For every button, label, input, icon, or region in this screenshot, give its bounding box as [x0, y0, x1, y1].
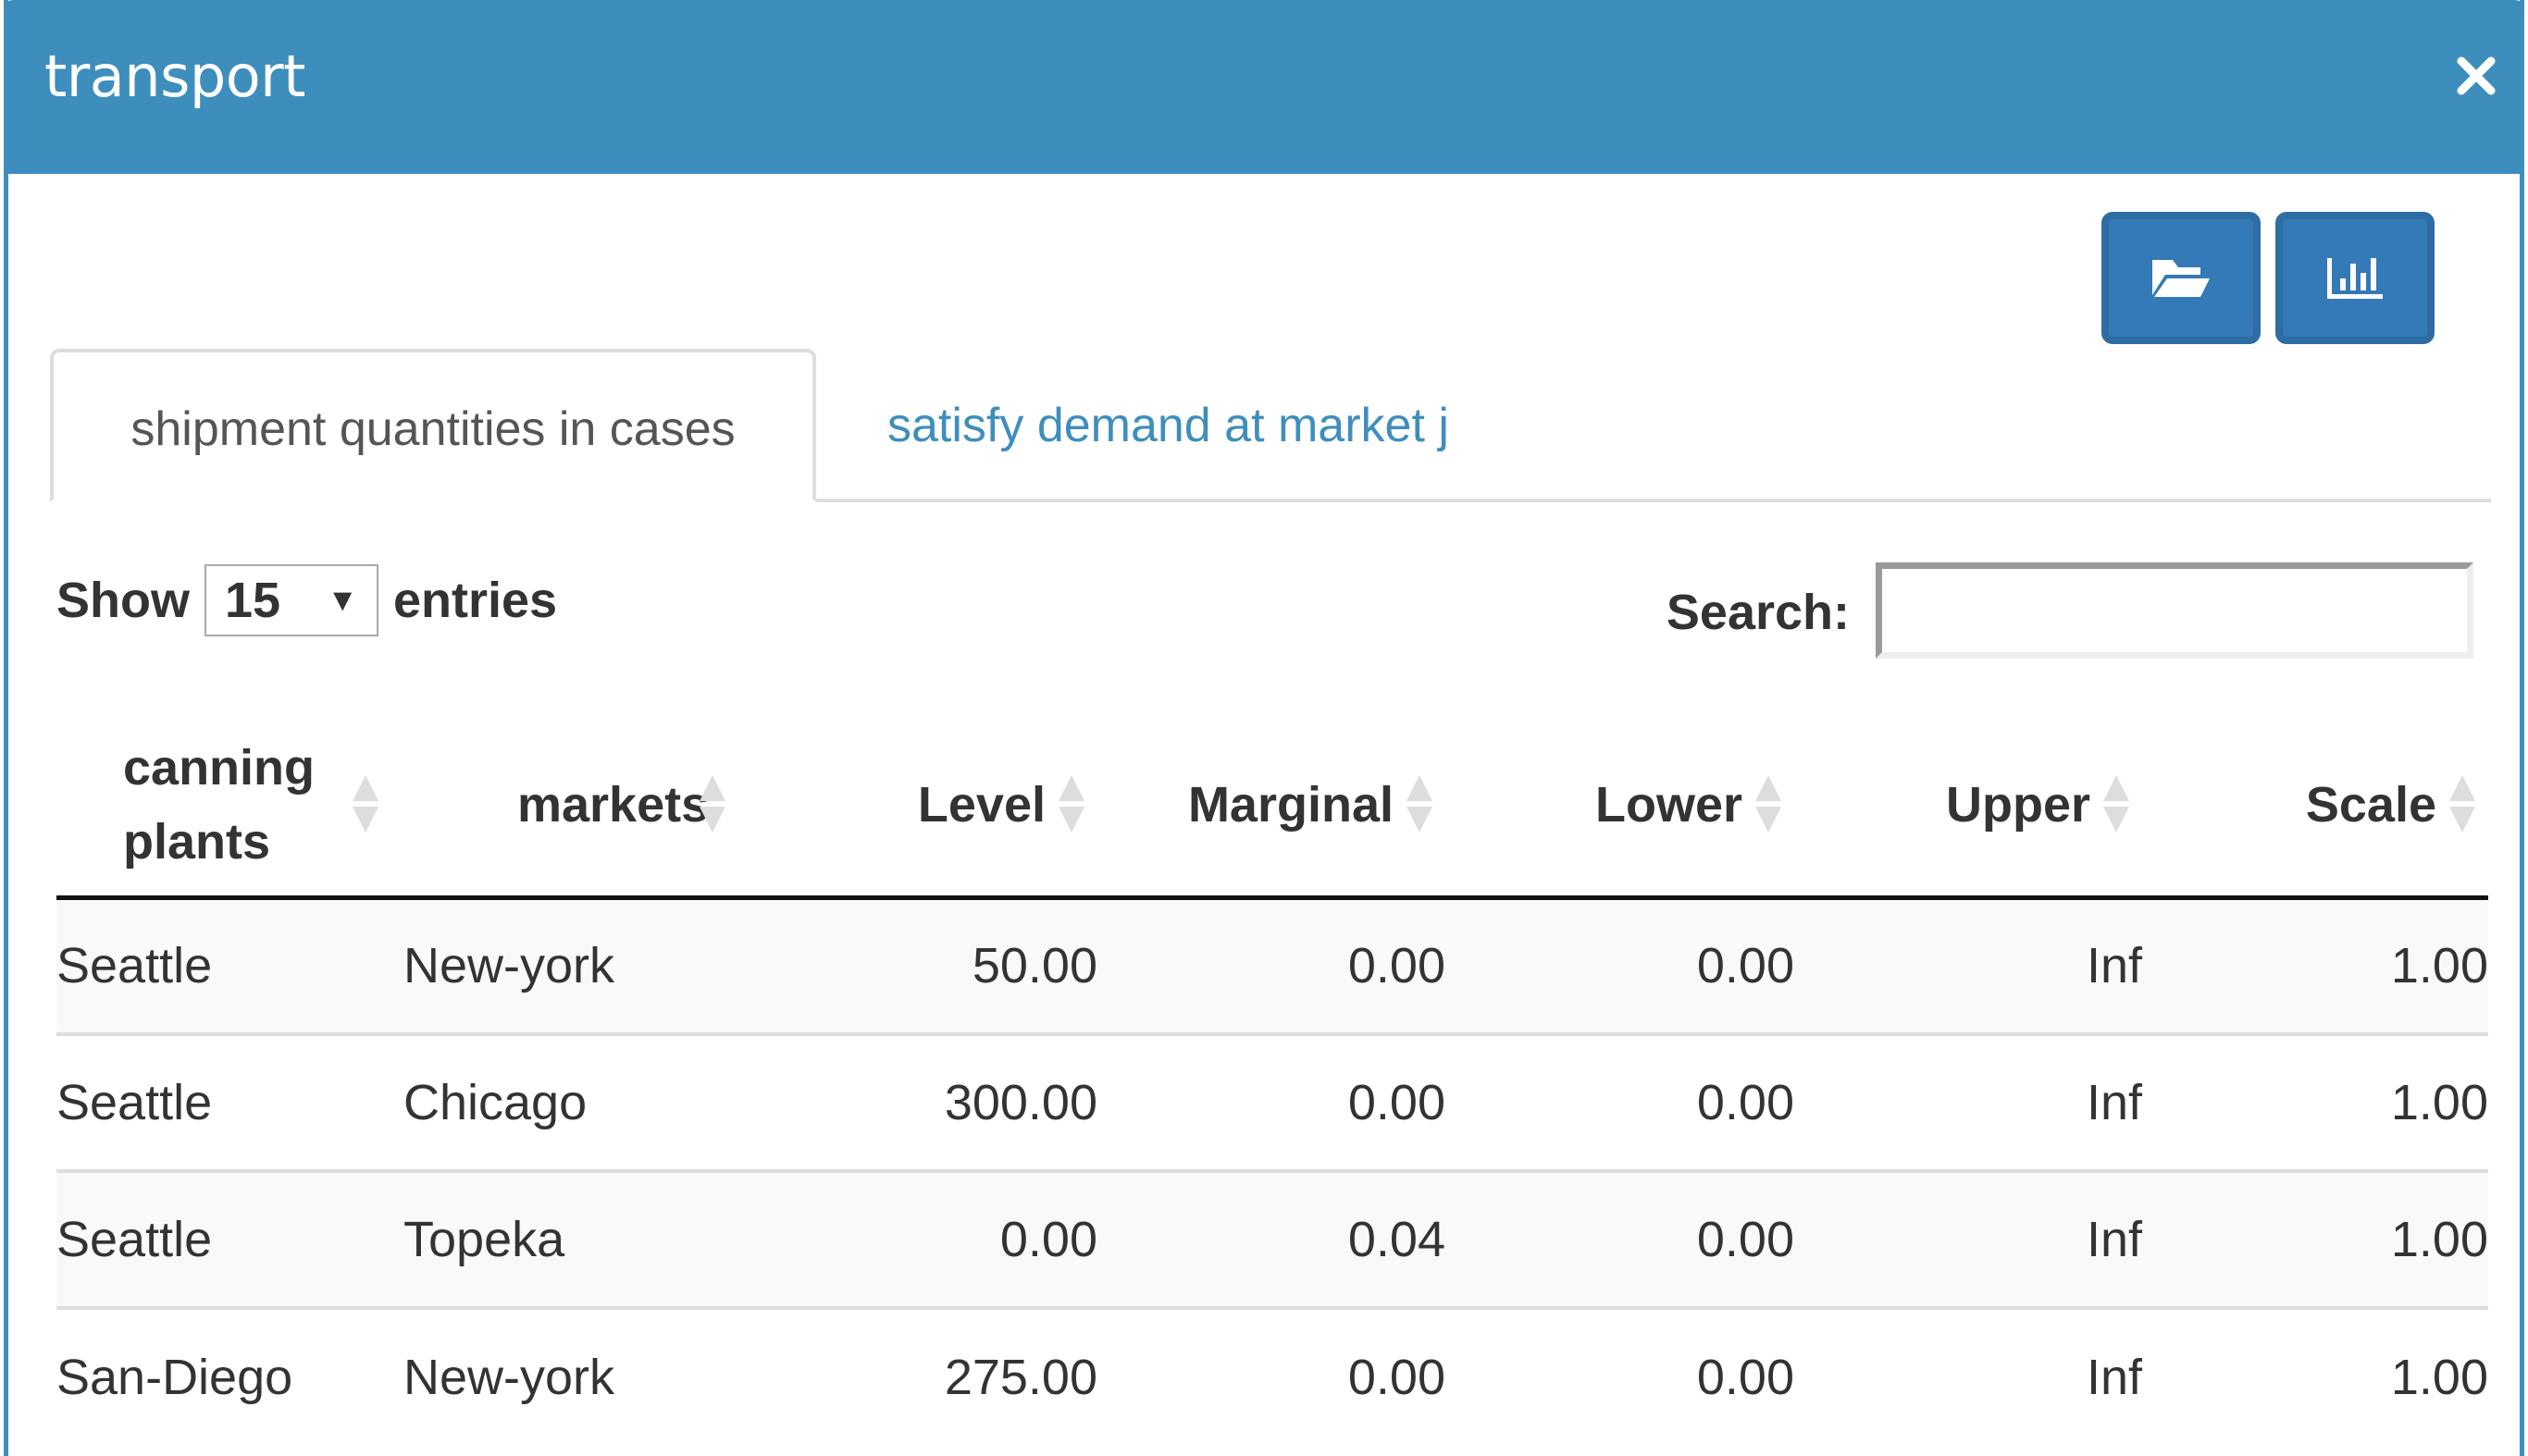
cell-lower: 0.00	[1445, 897, 1794, 1034]
modal-header: transport	[4, 0, 2524, 174]
cell-scale: 1.00	[2142, 897, 2488, 1034]
column-header-level[interactable]: Level	[749, 712, 1097, 900]
cell-level: 300.00	[749, 1032, 1097, 1171]
table-header-row: canning plants markets Level Marginal Lo…	[56, 712, 2488, 900]
bar-chart-icon	[2327, 257, 2383, 299]
cell-lower: 0.00	[1445, 1032, 1794, 1171]
chart-button[interactable]	[2275, 212, 2435, 344]
column-header-markets[interactable]: markets	[403, 712, 749, 900]
cell-marginal: 0.00	[1097, 897, 1445, 1034]
cell-scale: 1.00	[2142, 1306, 2488, 1445]
sort-icon	[1407, 774, 1432, 833]
column-header-lower[interactable]: Lower	[1445, 712, 1794, 900]
cell-market: Chicago	[403, 1032, 749, 1171]
cell-level: 275.00	[749, 1306, 1097, 1445]
cell-upper: Inf	[1794, 897, 2142, 1034]
table-row[interactable]: Seattle New-york 50.00 0.00 0.00 Inf 1.0…	[56, 897, 2488, 1034]
cell-upper: Inf	[1794, 1306, 2142, 1445]
results-table: canning plants markets Level Marginal Lo…	[56, 712, 2488, 1445]
cell-upper: Inf	[1794, 1169, 2142, 1308]
cell-canning-plant: Seattle	[56, 1169, 403, 1308]
sort-icon	[2449, 774, 2475, 833]
close-icon	[2457, 56, 2496, 95]
cell-marginal: 0.00	[1097, 1032, 1445, 1171]
cell-marginal: 0.00	[1097, 1306, 1445, 1445]
search-label: Search:	[1666, 585, 1850, 640]
cell-canning-plant: San-Diego	[56, 1306, 403, 1445]
cell-scale: 1.00	[2142, 1169, 2488, 1308]
cell-canning-plant: Seattle	[56, 1032, 403, 1171]
entries-value: 15	[225, 573, 281, 628]
search-control: Search:	[1667, 562, 2473, 659]
column-header-scale[interactable]: Scale	[2142, 712, 2488, 900]
table-row[interactable]: San-Diego New-york 275.00 0.00 0.00 Inf …	[56, 1306, 2488, 1445]
sort-icon	[353, 774, 378, 833]
entries-select[interactable]: 15 ▼	[204, 564, 378, 636]
table-row[interactable]: Seattle Topeka 0.00 0.04 0.00 Inf 1.00	[56, 1169, 2488, 1308]
column-header-marginal[interactable]: Marginal	[1097, 712, 1445, 900]
cell-level: 50.00	[749, 897, 1097, 1034]
cell-lower: 0.00	[1445, 1306, 1794, 1445]
tab-shipment-quantities[interactable]: shipment quantities in cases	[50, 349, 816, 502]
modal-title: transport	[44, 43, 305, 110]
entries-label: entries	[393, 573, 558, 628]
column-header-upper[interactable]: Upper	[1794, 712, 2142, 900]
sort-icon	[2103, 774, 2129, 833]
cell-market: Topeka	[403, 1169, 749, 1308]
folder-open-icon	[2152, 259, 2210, 297]
table-row[interactable]: Seattle Chicago 300.00 0.00 0.00 Inf 1.0…	[56, 1032, 2488, 1171]
cell-market: New-york	[403, 897, 749, 1034]
column-header-canning-plants[interactable]: canning plants	[56, 712, 403, 900]
sort-icon	[700, 774, 725, 833]
show-label: Show	[56, 573, 190, 628]
close-button[interactable]	[2454, 54, 2498, 98]
tab-satisfy-demand[interactable]: satisfy demand at market j	[887, 349, 1449, 502]
entries-length-control: Show 15 ▼ entries	[56, 562, 557, 638]
cell-marginal: 0.04	[1097, 1169, 1445, 1308]
sort-icon	[1059, 774, 1084, 833]
sort-icon	[1755, 774, 1781, 833]
tab-bar: shipment quantities in cases satisfy dem…	[50, 349, 2491, 502]
cell-level: 0.00	[749, 1169, 1097, 1308]
dropdown-arrow-icon: ▼	[327, 582, 358, 618]
cell-upper: Inf	[1794, 1032, 2142, 1171]
modal-dialog: transport shipment quantities in cases s…	[4, 0, 2524, 1456]
cell-scale: 1.00	[2142, 1032, 2488, 1171]
search-input[interactable]	[1876, 562, 2473, 659]
cell-canning-plant: Seattle	[56, 897, 403, 1034]
cell-market: New-york	[403, 1306, 749, 1445]
cell-lower: 0.00	[1445, 1169, 1794, 1308]
open-folder-button[interactable]	[2101, 212, 2261, 344]
